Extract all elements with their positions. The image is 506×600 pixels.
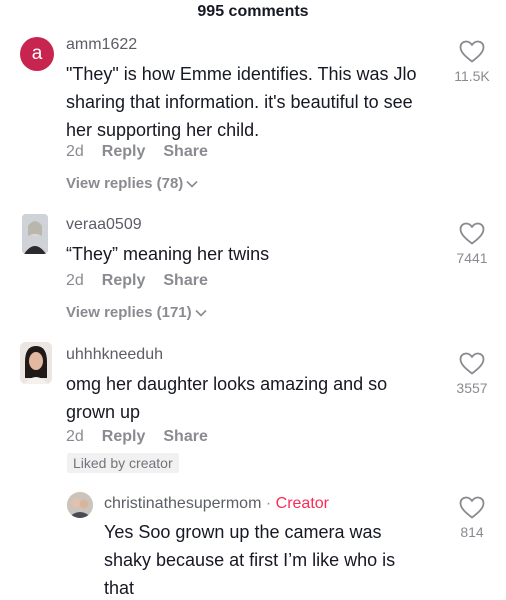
share-button[interactable]: Share: [163, 143, 207, 160]
view-replies-button[interactable]: View replies (171): [66, 304, 207, 321]
comment-username[interactable]: uhhhkneeduh: [66, 346, 163, 364]
comment-time: 2d: [66, 143, 84, 160]
comment-meta: 2d Reply Share: [66, 428, 208, 446]
avatar[interactable]: [67, 492, 93, 518]
like-control: 814: [442, 496, 502, 540]
like-control: 3557: [442, 352, 502, 396]
creator-tag: Creator: [275, 495, 329, 512]
like-control: 7441: [442, 222, 502, 266]
comments-panel: 995 comments a amm1622 "They" is how Emm…: [0, 0, 506, 600]
separator-dot: ·: [265, 495, 272, 512]
view-replies-button[interactable]: View replies (78): [66, 175, 198, 192]
like-count: 7441: [456, 250, 488, 266]
share-button[interactable]: Share: [163, 272, 207, 289]
heart-icon[interactable]: [459, 496, 485, 519]
comment-text: "They" is how Emme identifies. This was …: [66, 64, 417, 140]
avatar[interactable]: [22, 214, 48, 254]
comment-meta: 2d Reply Share: [66, 143, 208, 161]
reply-text: Yes Soo grown up the camera was shaky be…: [104, 522, 396, 598]
chevron-down-icon: [186, 180, 198, 188]
reply-button[interactable]: Reply: [102, 143, 146, 160]
like-control: 11.5K: [442, 40, 502, 84]
comment-time: 2d: [66, 272, 84, 289]
reply-button[interactable]: Reply: [102, 428, 146, 445]
avatar[interactable]: a: [20, 37, 54, 71]
user-photo-icon: [22, 214, 48, 254]
heart-icon[interactable]: [459, 40, 485, 63]
comment-text: omg her daughter looks amazing and so gr…: [66, 374, 388, 422]
user-photo-icon: [20, 342, 52, 384]
comment-text: “They” meaning her twins: [66, 244, 270, 264]
like-count: 3557: [456, 380, 488, 396]
comment-meta: 2d Reply Share: [66, 272, 208, 290]
chevron-down-icon: [195, 309, 207, 317]
user-photo-icon: [67, 492, 93, 518]
share-button[interactable]: Share: [163, 428, 207, 445]
like-count: 11.5K: [454, 68, 490, 84]
avatar[interactable]: [20, 342, 52, 384]
reply-button[interactable]: Reply: [102, 272, 146, 289]
reply-username: christinathesupermom · Creator: [104, 495, 329, 513]
heart-icon[interactable]: [459, 352, 485, 375]
comment-time: 2d: [66, 428, 84, 445]
comment-username[interactable]: amm1622: [66, 36, 137, 54]
comment-username[interactable]: veraa0509: [66, 216, 142, 234]
liked-by-creator-badge: Liked by creator: [67, 453, 179, 473]
reply-username-link[interactable]: christinathesupermom: [104, 495, 261, 512]
heart-icon[interactable]: [459, 222, 485, 245]
like-count: 814: [460, 524, 484, 540]
comments-count-header: 995 comments: [197, 3, 309, 20]
